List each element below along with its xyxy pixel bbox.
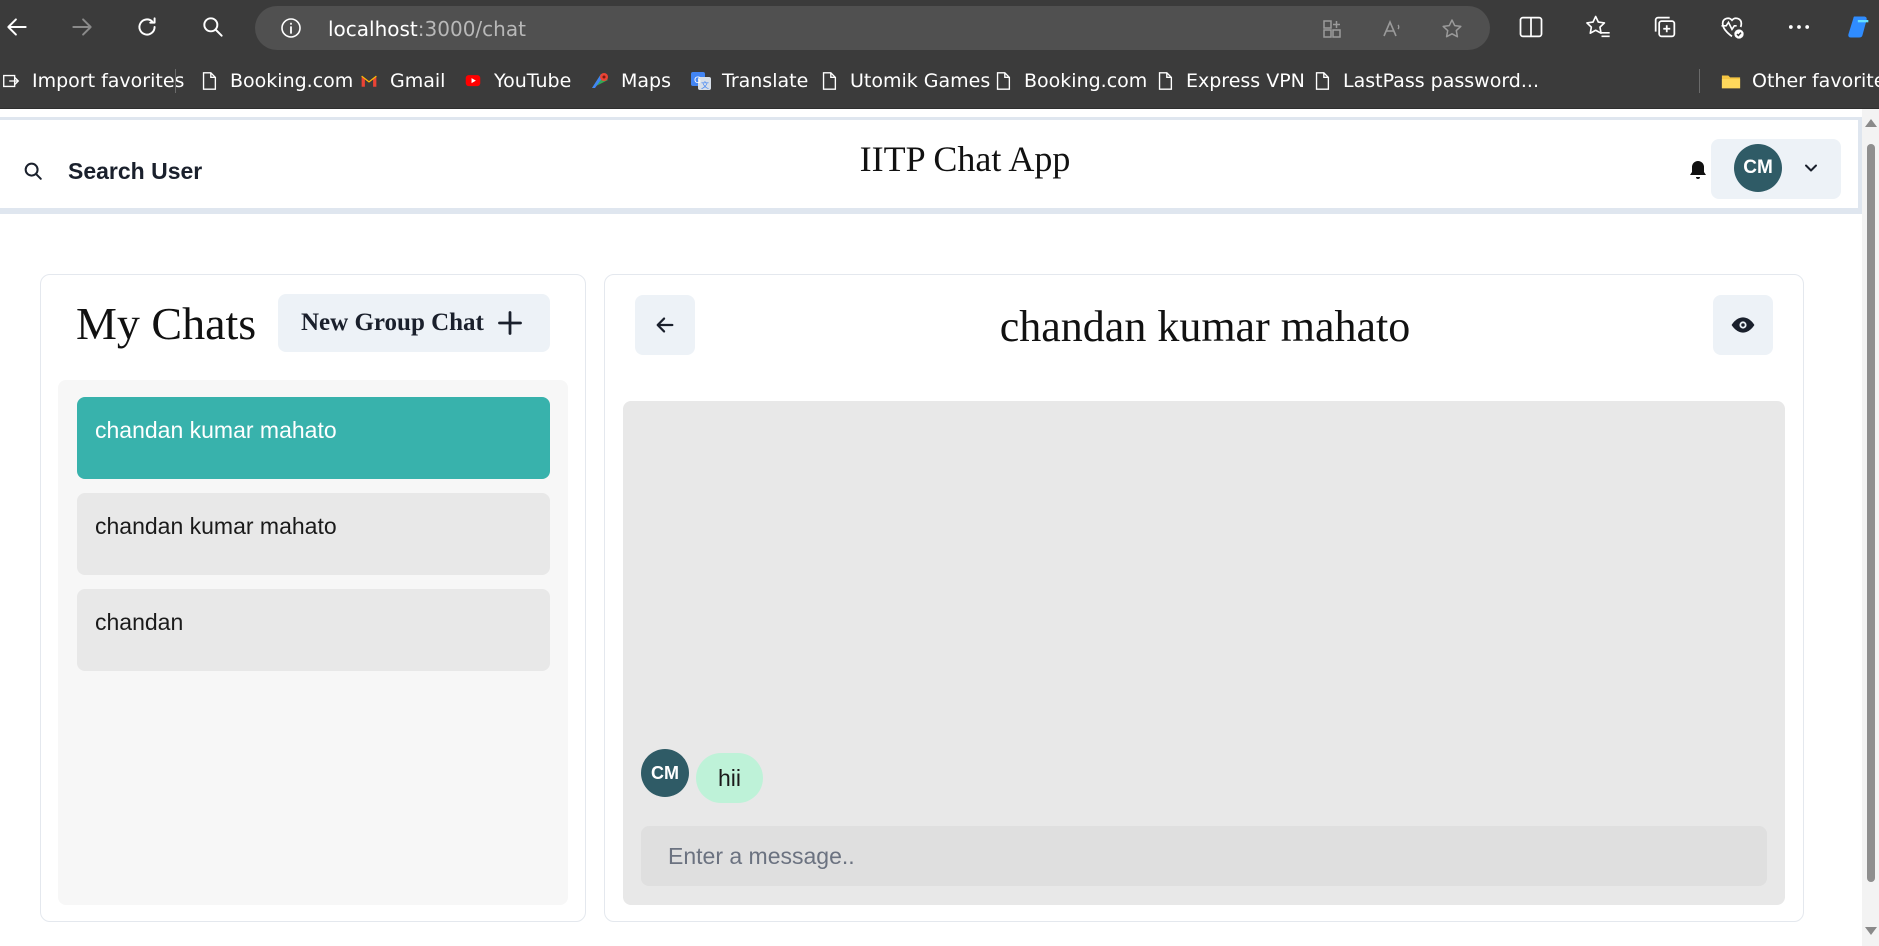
svg-text:G: G [694,76,701,86]
message-bubble: hii [696,753,764,803]
my-chats-panel: My Chats New Group Chat chandan kumar ma… [40,274,586,922]
bookmark-maps[interactable]: Maps [589,68,671,94]
forward-icon[interactable] [65,10,99,44]
page-icon [1311,70,1333,92]
bookmark-import-favorites[interactable]: Import favorites [0,68,184,94]
copilot-icon[interactable] [1845,13,1873,41]
bookmark-other-favorites[interactable]: Other favorites [1720,68,1879,94]
scroll-thumb[interactable] [1867,144,1875,882]
sender-avatar[interactable]: CM [641,749,689,797]
page-icon [1154,70,1176,92]
address-bar[interactable]: localhost:3000/chat [255,6,1490,50]
refresh-icon[interactable] [130,10,164,44]
browser-toolbar: localhost:3000/chat [0,0,1879,53]
app-viewport: Search User IITP Chat App CM My Chats Ne… [0,109,1879,946]
bookmark-separator [1699,69,1700,93]
search-icon[interactable] [196,10,230,44]
avatar: CM [1734,144,1782,192]
bookmark-youtube[interactable]: YouTube [462,68,571,94]
chat-list-item-active[interactable]: chandan kumar mahato [77,397,550,479]
chat-list: chandan kumar mahato chandan kumar mahat… [58,380,568,905]
more-options-icon[interactable] [1785,13,1813,41]
view-profile-button[interactable] [1713,295,1773,355]
app-title: IITP Chat App [859,139,1071,179]
favorite-star-icon[interactable] [1440,17,1464,41]
page-icon [198,70,220,92]
svg-text:文: 文 [701,80,709,90]
my-chats-title: My Chats [76,298,257,349]
read-aloud-icon[interactable] [1380,17,1404,41]
bookmark-gmail[interactable]: Gmail [358,68,445,94]
chevron-down-icon [1805,164,1817,172]
message-input[interactable] [641,826,1767,886]
chat-list-item[interactable]: chandan kumar mahato [77,493,550,575]
chat-panel: chandan kumar mahato CM hii [604,274,1804,922]
scroll-down-icon[interactable] [1865,927,1877,935]
app-header: Search User IITP Chat App CM [0,117,1862,214]
bookmark-utomik-games[interactable]: Utomik Games [818,68,990,94]
messages-area: CM hii [623,401,1785,905]
chat-list-item[interactable]: chandan [77,589,550,671]
plus-icon [497,311,522,335]
bookmark-translate[interactable]: G文 Translate [690,68,808,94]
gmail-icon [358,70,380,92]
info-icon[interactable] [279,16,303,40]
apps-icon[interactable] [1320,17,1344,41]
youtube-icon [462,70,484,92]
page-icon [992,70,1014,92]
back-icon[interactable] [0,10,34,44]
eye-icon [1731,317,1755,333]
maps-icon [589,70,611,92]
import-icon [0,70,22,92]
new-group-chat-label: New Group Chat [301,309,484,336]
folder-icon [1720,70,1742,92]
browser-essentials-icon[interactable] [1718,13,1746,41]
favorites-icon[interactable] [1584,13,1612,41]
collections-icon[interactable] [1651,13,1679,41]
split-screen-icon[interactable] [1517,13,1545,41]
page-scrollbar[interactable] [1862,109,1879,946]
notification-bell-icon[interactable] [1686,158,1710,182]
bookmark-booking-2[interactable]: Booking.com [992,68,1147,94]
bookmark-booking-1[interactable]: Booking.com [198,68,353,94]
bookmark-separator [175,69,176,93]
chat-title: chandan kumar mahato [999,302,1411,351]
page-icon [818,70,840,92]
new-group-chat-button[interactable]: New Group Chat [278,294,550,352]
scroll-up-icon[interactable] [1865,119,1877,127]
url-text: localhost:3000/chat [328,17,526,41]
profile-menu-button[interactable]: CM [1711,139,1841,199]
bookmark-express-vpn[interactable]: Express VPN [1154,68,1305,94]
bookmarks-bar: Import favorites Booking.com Gmail YouTu… [0,53,1879,109]
bookmark-lastpass[interactable]: LastPass password... [1311,68,1539,94]
translate-icon: G文 [690,70,712,92]
